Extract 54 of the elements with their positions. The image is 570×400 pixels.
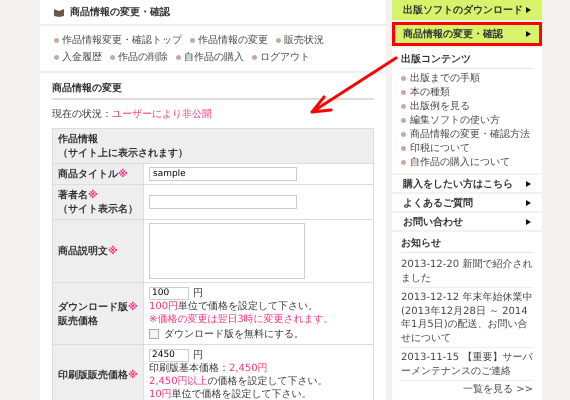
field-label: 印刷版販売価格※: [52, 344, 144, 400]
sidebar-link[interactable]: よくあるご質問: [392, 194, 542, 212]
status-text: 現在の状況：ユーザーにより非公開: [52, 108, 213, 121]
textarea-field[interactable]: [149, 223, 305, 279]
nav-link[interactable]: 作品情報変更・確認トップ: [54, 33, 182, 47]
book-icon: [54, 8, 64, 16]
page-title: 商品情報の変更・確認: [70, 5, 170, 19]
nav-link[interactable]: 作品情報の変更: [190, 33, 268, 47]
news-item[interactable]: 2013-11-15 【重要】サーバーメンテナンスのご連絡: [401, 349, 533, 381]
price-note: 印刷版基本価格：2,450円: [149, 362, 269, 375]
contents-link[interactable]: 自作品の購入について: [401, 156, 533, 170]
table-header-cell: 作品情報 （サイト上に表示されます）: [52, 128, 374, 164]
price-note: 10円単位で価格を設定して下さい。: [149, 388, 313, 400]
sidebar-menu-item[interactable]: 出版ソフトのダウンロード: [392, 0, 542, 20]
field-label: 商品タイトル※: [52, 164, 144, 184]
nav-link[interactable]: 販売状況: [276, 33, 324, 47]
checkbox-label: ダウンロード版を無料にする。: [164, 328, 304, 341]
news-item[interactable]: 2013-12-20 新聞で紹介されました: [401, 256, 533, 288]
price-field[interactable]: 100: [149, 286, 189, 300]
triangle-icon: [526, 200, 531, 206]
checkbox[interactable]: [149, 329, 159, 339]
field-label: 著者名※ （サイト表示名）: [52, 184, 144, 220]
news-item[interactable]: 2013-12-12 年末年始休業中(2013年12月28日 ～ 2014年1月5日)の配送、お問い合せについて: [401, 289, 533, 348]
price-note: 2,450円以上の価格を設定して下さい。: [149, 375, 329, 388]
triangle-icon: [526, 180, 531, 187]
field-label: 商品説明文※: [52, 220, 144, 282]
contents-link[interactable]: 本の種類: [401, 86, 533, 100]
sidebar-menu-item[interactable]: 商品情報の変更・確認: [392, 22, 542, 46]
unit-label: 円: [193, 349, 203, 362]
price-note: ※価格の変更は翌日3時に変更されます。: [149, 313, 335, 326]
triangle-icon: [526, 31, 531, 38]
unit-label: 円: [193, 287, 203, 300]
nav-link[interactable]: 作品の削除: [110, 50, 168, 64]
text-field[interactable]: [149, 195, 297, 209]
contents-link[interactable]: 印税について: [401, 142, 533, 156]
contents-link[interactable]: 出版例を見る: [401, 100, 533, 114]
contents-link[interactable]: 商品情報の変更・確認方法: [401, 128, 533, 142]
contents-title: 出版コンテンツ: [401, 52, 533, 70]
triangle-icon: [526, 218, 531, 225]
contents-link[interactable]: 出版までの手順: [401, 72, 533, 86]
sidebar-link[interactable]: 購入をしたい方はこちら: [392, 175, 542, 192]
nav-link[interactable]: 自作品の購入: [176, 50, 244, 64]
nav-link[interactable]: 入金履歴: [54, 50, 102, 64]
contents-link[interactable]: 編集ソフトの使い方: [401, 114, 533, 128]
news-title: お知らせ: [401, 236, 533, 253]
nav-link[interactable]: ログアウト: [252, 50, 310, 64]
text-field[interactable]: sample: [149, 167, 297, 181]
price-note: 100円単位で価格を設定して下さい。: [149, 300, 320, 313]
sidebar-link[interactable]: お問い合わせ: [392, 213, 542, 230]
field-label: ダウンロード版※ 販売価格: [52, 282, 144, 344]
price-field[interactable]: 2450: [149, 348, 189, 362]
more-link[interactable]: 一覧を見る >>: [463, 382, 533, 396]
section-title: 商品情報の変更: [52, 81, 374, 100]
triangle-icon: [526, 7, 531, 14]
